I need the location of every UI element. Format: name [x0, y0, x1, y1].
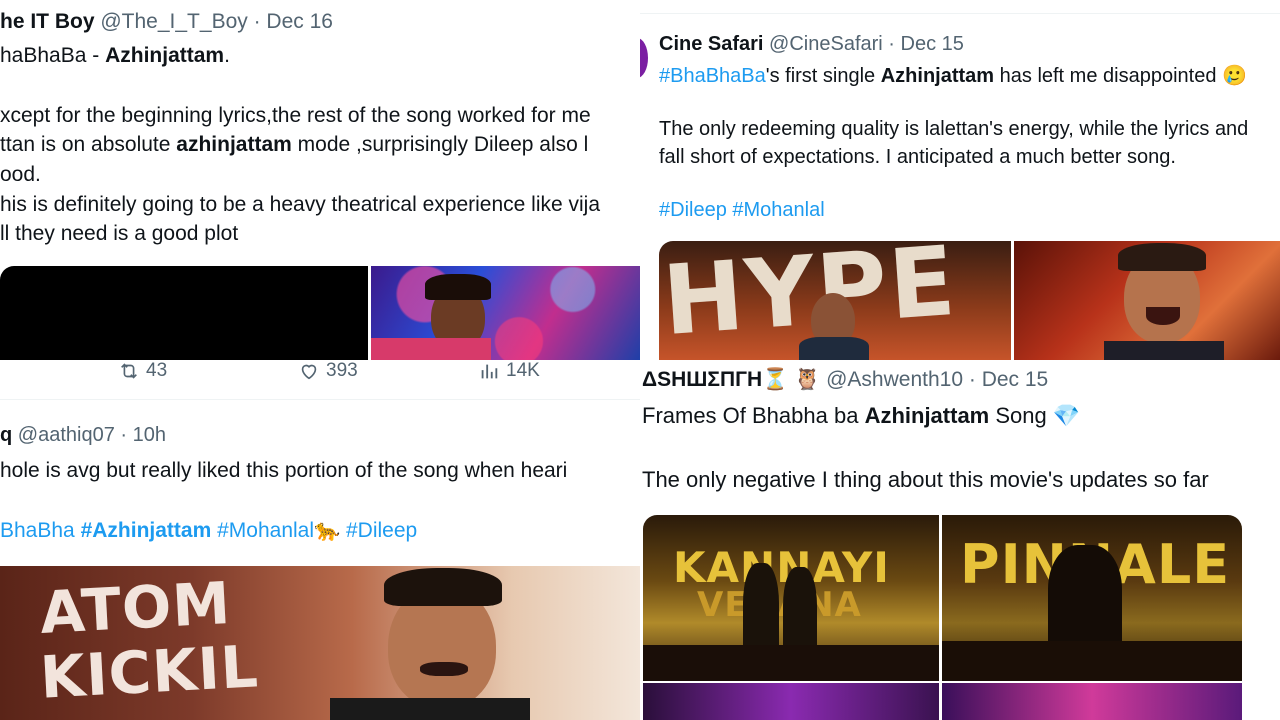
tweet-text-line: fall short of expectations. I anticipate… [659, 146, 1176, 168]
tweet-text-line: The only redeeming quality is lalettan's… [659, 118, 1249, 140]
divider [640, 13, 1280, 14]
author-handle[interactable]: @CineSafari [769, 33, 883, 55]
tweet-text-line: ll they need is a good plot [0, 222, 239, 245]
tweet-media-frame-stage-left[interactable] [643, 683, 939, 720]
hashtag-link[interactable]: #Mohanlal [732, 199, 824, 221]
avatar[interactable] [640, 38, 648, 78]
hashtags-line: #Dileep #Mohanlal [659, 199, 825, 222]
tweet-media-concert-image[interactable] [371, 266, 640, 360]
tweet-date[interactable]: 10h [133, 424, 166, 446]
author-name[interactable]: Cine Safari [659, 33, 763, 55]
hashtags-line: BhaBha #Azhinjattam #Mohanlal🐆 #Dileep [0, 519, 417, 543]
tweet-media-actor-photo[interactable] [1014, 241, 1280, 360]
tweet-media-hype-poster[interactable]: HYPE [659, 241, 1011, 360]
like-button[interactable]: 393 [298, 360, 358, 382]
tweet-date[interactable]: Dec 16 [266, 10, 333, 33]
author-handle[interactable]: @Ashwenth10 [826, 368, 963, 391]
tweet-text-line: The only negative I thing about this mov… [642, 467, 1209, 492]
hashtag-link[interactable]: #BhaBhaBa [659, 65, 766, 87]
tweet-text-line: hole is avg but really liked this portio… [0, 459, 568, 482]
tweet-metrics-bar: 43 393 14K [0, 360, 640, 400]
author-handle[interactable]: @aathiq07 [18, 424, 115, 446]
views-button[interactable]: 14K [478, 360, 540, 382]
tweet-panel-cine-safari: Cine Safari @CineSafari · Dec 15 #BhaBha… [640, 0, 1280, 360]
tweet-text-line: xcept for the beginning lyrics,the rest … [0, 104, 591, 127]
hashtag-link[interactable]: #Mohanlal🐆 [217, 519, 340, 542]
author-name[interactable]: q [0, 424, 12, 446]
tweet-media-video-black[interactable] [0, 266, 368, 360]
tweet-panel-ashwenth: ΔSHШΣПГH⏳ 🦉 @Ashwenth10 · Dec 15 Frames … [640, 360, 1280, 720]
heart-icon [301, 364, 317, 380]
tweet-text-line: haBhaBa - Azhinjattam. [0, 44, 230, 67]
retweet-button[interactable]: 43 [118, 360, 167, 382]
hashtag-link[interactable]: #Azhinjattam [81, 519, 212, 542]
tweet-date[interactable]: Dec 15 [901, 33, 964, 55]
tweet-text-line: ood. [0, 163, 41, 186]
hashtag-link[interactable]: #Dileep [659, 199, 727, 221]
tweet-header: ΔSHШΣПГH⏳ 🦉 @Ashwenth10 · Dec 15 [642, 368, 1049, 391]
tweet-panel-aathiq: q @aathiq07 · 10h hole is avg but really… [0, 400, 640, 720]
tweet-header: he IT Boy @The_I_T_Boy · Dec 16 [0, 10, 333, 33]
author-name[interactable]: he IT Boy [0, 10, 95, 33]
tweet-media-atom-kickil-photo[interactable]: ATOM KICKIL [0, 566, 640, 720]
tweet-header: q @aathiq07 · 10h [0, 424, 166, 446]
tweet-text-line: Frames Of Bhabha ba Azhinjattam Song 💎 [642, 403, 1081, 428]
author-handle[interactable]: @The_I_T_Boy [100, 10, 247, 33]
retweet-icon [121, 363, 137, 379]
tweet-media-frame-kannayi[interactable]: KANNAYI VEDANA [643, 515, 939, 681]
tweet-media-frame-pinnale[interactable]: PINNALE [942, 515, 1242, 681]
tweet-media-frame-stage-right[interactable] [942, 683, 1242, 720]
tweet-text-line: his is definitely going to be a heavy th… [0, 193, 601, 216]
tweet-panel-the-it-boy: he IT Boy @The_I_T_Boy · Dec 16 haBhaBa … [0, 0, 640, 360]
hashtag-link[interactable]: BhaBha [0, 519, 75, 542]
author-name[interactable]: ΔSHШΣПГH⏳ 🦉 [642, 368, 820, 391]
hashtag-link[interactable]: #Dileep [346, 519, 417, 542]
tweet-text-line: ttan is on absolute azhinjattam mode ,su… [0, 133, 589, 156]
tweet-date[interactable]: Dec 15 [982, 368, 1049, 391]
tweet-header: Cine Safari @CineSafari · Dec 15 [659, 33, 964, 55]
tweet-text-line: #BhaBhaBa's first single Azhinjattam has… [659, 65, 1247, 87]
views-chart-icon [481, 364, 498, 379]
